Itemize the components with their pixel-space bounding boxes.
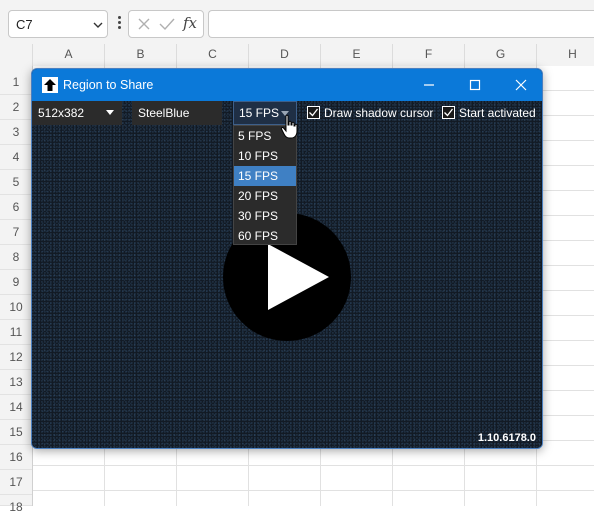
- column-header[interactable]: D: [249, 44, 321, 66]
- fps-option[interactable]: 20 FPS: [234, 186, 296, 206]
- row-header[interactable]: 15: [0, 420, 32, 445]
- row-header[interactable]: 9: [0, 270, 32, 295]
- resolution-value: 512x382: [38, 106, 85, 120]
- check-icon: [444, 108, 453, 117]
- draw-shadow-cursor-checkbox[interactable]: Draw shadow cursor: [307, 106, 437, 122]
- share-region-preview: 512x382 SteelBlue 15 FPS Draw shadow cur…: [32, 101, 542, 448]
- column-header[interactable]: F: [393, 44, 465, 66]
- draw-shadow-cursor-label: Draw shadow cursor: [324, 106, 434, 120]
- version-label: 1.10.6178.0: [477, 432, 536, 444]
- title-bar[interactable]: Region to Share: [32, 69, 542, 101]
- row-header[interactable]: 1: [0, 70, 32, 95]
- minimize-icon: [424, 84, 434, 86]
- column-header[interactable]: H: [537, 44, 594, 66]
- row-header[interactable]: 14: [0, 395, 32, 420]
- minimize-button[interactable]: [406, 69, 452, 101]
- column-header[interactable]: E: [321, 44, 393, 66]
- start-activated-checkbox[interactable]: Start activated: [442, 106, 542, 122]
- formula-input[interactable]: [208, 10, 594, 38]
- fps-value: 15 FPS: [239, 106, 280, 120]
- row-headers: 1 2 3 4 5 6 7 8 9 10 11 12 13 14 15 16 1…: [0, 66, 33, 514]
- fps-option[interactable]: 10 FPS: [234, 146, 296, 166]
- x-icon[interactable]: [137, 17, 151, 31]
- maximize-button[interactable]: [452, 69, 498, 101]
- row-header[interactable]: 13: [0, 370, 32, 395]
- column-header[interactable]: B: [105, 44, 177, 66]
- color-input[interactable]: SteelBlue: [132, 101, 222, 125]
- fps-dropdown-list: 5 FPS 10 FPS 15 FPS 20 FPS 30 FPS 60 FPS: [233, 125, 297, 245]
- formula-bar: C7 fx: [0, 0, 594, 44]
- name-box-value: C7: [16, 17, 33, 32]
- column-header[interactable]: G: [465, 44, 537, 66]
- column-header[interactable]: C: [177, 44, 249, 66]
- checkbox-box[interactable]: [442, 106, 455, 119]
- maximize-icon: [469, 79, 481, 91]
- row-header[interactable]: 6: [0, 195, 32, 220]
- fx-icon[interactable]: fx: [183, 14, 197, 32]
- row-header[interactable]: 16: [0, 445, 32, 470]
- row-header[interactable]: 12: [0, 345, 32, 370]
- select-all-corner[interactable]: [0, 44, 33, 66]
- column-headers: A B C D E F G H: [0, 44, 594, 66]
- row-header[interactable]: 5: [0, 170, 32, 195]
- color-value: SteelBlue: [138, 106, 190, 120]
- row-header[interactable]: 2: [0, 95, 32, 120]
- chevron-down-icon[interactable]: [93, 20, 103, 30]
- row-header[interactable]: 8: [0, 245, 32, 270]
- row-header[interactable]: 7: [0, 220, 32, 245]
- row-header[interactable]: 4: [0, 145, 32, 170]
- check-icon[interactable]: [159, 17, 175, 31]
- name-box[interactable]: C7: [8, 10, 108, 38]
- row-header[interactable]: 11: [0, 320, 32, 345]
- row-header[interactable]: 18: [0, 495, 32, 514]
- fps-option[interactable]: 30 FPS: [234, 206, 296, 226]
- fps-option[interactable]: 60 FPS: [234, 226, 296, 246]
- close-button[interactable]: [498, 69, 542, 101]
- hand-cursor-icon: [280, 114, 298, 139]
- checkbox-box[interactable]: [307, 106, 320, 119]
- window-title: Region to Share: [63, 78, 154, 92]
- row-header[interactable]: 3: [0, 120, 32, 145]
- column-header[interactable]: A: [33, 44, 105, 66]
- close-icon: [515, 79, 527, 91]
- fps-option-selected[interactable]: 15 FPS: [234, 166, 296, 186]
- row-header[interactable]: 10: [0, 295, 32, 320]
- start-activated-label: Start activated: [459, 106, 536, 120]
- check-icon: [309, 108, 318, 117]
- upload-arrow-icon: [42, 77, 58, 93]
- row-header[interactable]: 17: [0, 470, 32, 495]
- resolution-dropdown[interactable]: 512x382: [32, 101, 122, 125]
- formula-buttons: fx: [128, 10, 204, 38]
- chevron-down-icon: [106, 110, 114, 115]
- more-options-icon[interactable]: [116, 14, 122, 30]
